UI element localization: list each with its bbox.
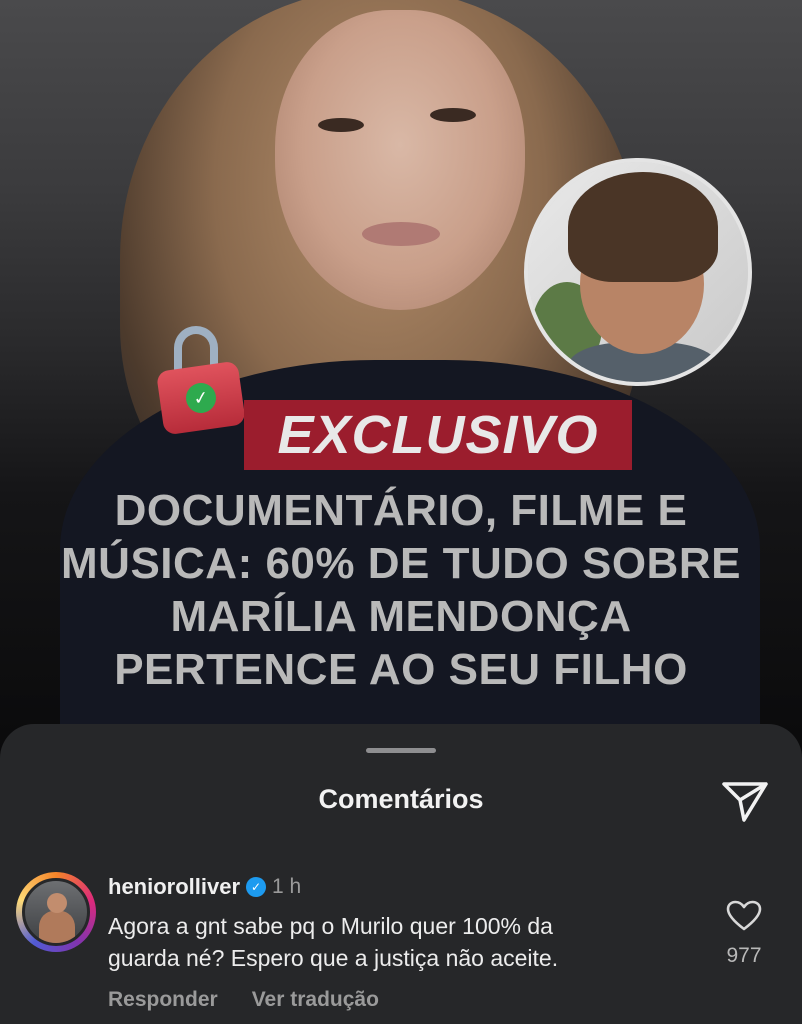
heart-icon[interactable] xyxy=(726,900,762,932)
padlock-body: ✓ xyxy=(155,360,247,436)
woman-eye-left xyxy=(318,118,364,132)
post-image[interactable]: ✓ EXCLUSIVO DOCUMENTÁRIO, FILME E MÚSICA… xyxy=(0,0,802,760)
verified-badge-icon: ✓ xyxy=(246,877,267,897)
exclusive-tag: EXCLUSIVO xyxy=(244,400,632,470)
comment-like: 977 xyxy=(720,900,768,968)
woman-eye-right xyxy=(430,108,476,122)
comments-sheet: Comentários heniorolliver ✓ 1 h Agora a … xyxy=(0,724,802,1024)
commenter-avatar[interactable] xyxy=(22,878,90,946)
headline-line: MÚSICA: 60% DE TUDO SOBRE xyxy=(61,539,741,588)
comment-timestamp: 1 h xyxy=(272,875,302,898)
check-icon: ✓ xyxy=(184,381,218,415)
child-hair xyxy=(568,172,718,282)
avatar-head xyxy=(47,893,67,913)
send-icon[interactable] xyxy=(720,778,770,824)
avatar-torso xyxy=(39,911,75,943)
comment-actions: Responder Ver tradução xyxy=(108,988,379,1012)
exclusive-tag-label: EXCLUSIVO xyxy=(277,405,599,465)
comment-text: Agora a gnt sabe pq o Murilo quer 100% d… xyxy=(108,910,668,974)
headline-line: DOCUMENTÁRIO, FILME E xyxy=(114,486,688,535)
unlocked-padlock-icon: ✓ xyxy=(155,324,248,436)
headline-line: PERTENCE AO SEU FILHO xyxy=(114,645,688,694)
child-photo-circle xyxy=(524,158,752,386)
comments-title: Comentários xyxy=(318,784,484,814)
comment-text-line: Agora a gnt sabe pq o Murilo quer 100% d… xyxy=(108,913,553,939)
sheet-drag-handle[interactable] xyxy=(366,748,436,753)
woman-face-shape xyxy=(275,10,525,310)
like-count: 977 xyxy=(726,944,762,967)
see-translation-button[interactable]: Ver tradução xyxy=(252,988,379,1012)
comment-text-line: guarda né? Espero que a justiça não acei… xyxy=(108,945,559,971)
reply-button[interactable]: Responder xyxy=(108,988,218,1012)
commenter-avatar-story-ring[interactable] xyxy=(16,872,96,952)
headline-line: MARÍLIA MENDONÇA xyxy=(170,592,632,641)
comment-header: heniorolliver ✓ 1 h xyxy=(108,874,301,900)
post-headline: DOCUMENTÁRIO, FILME E MÚSICA: 60% DE TUD… xyxy=(20,484,782,696)
commenter-username[interactable]: heniorolliver xyxy=(108,874,240,900)
woman-lips xyxy=(362,222,440,246)
